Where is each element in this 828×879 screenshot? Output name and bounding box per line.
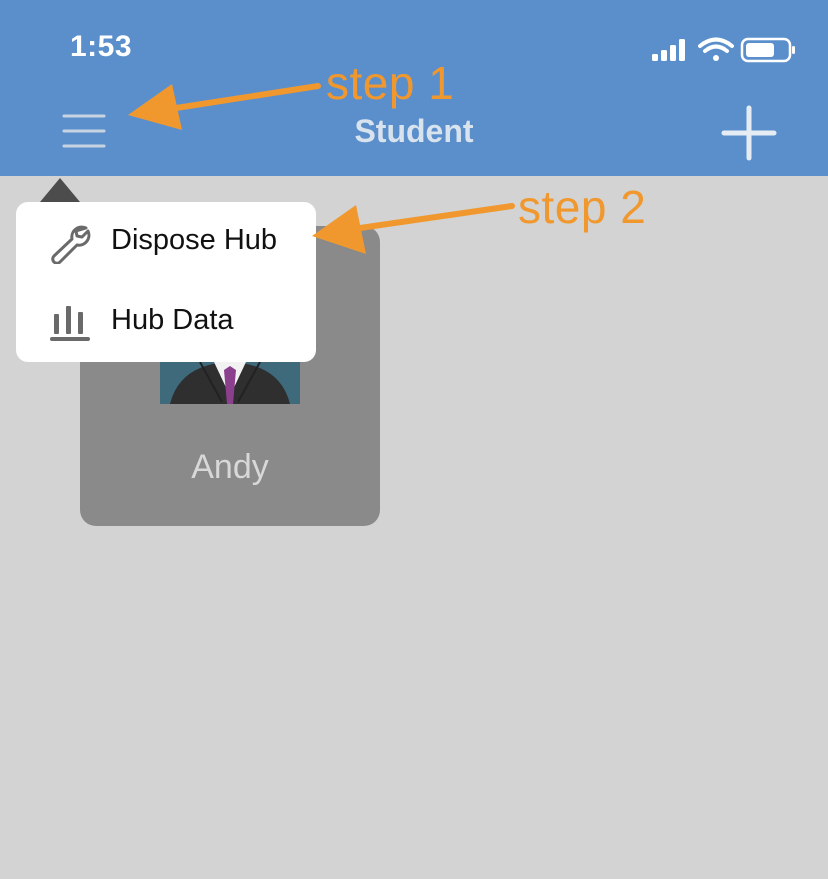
status-time: 1:53 <box>70 30 133 63</box>
signal-icon <box>652 39 685 61</box>
popover-item-hub-data[interactable]: Hub Data <box>16 282 316 362</box>
person-image-icon <box>160 362 300 404</box>
status-icons <box>652 37 795 63</box>
battery-icon <box>740 37 795 63</box>
plus-icon <box>721 105 777 161</box>
wrench-icon <box>51 225 91 264</box>
step-1-annotation: step 1 <box>326 57 455 109</box>
popover-caret <box>40 178 80 202</box>
bar-chart-icon <box>50 306 90 341</box>
wifi-icon <box>698 37 734 61</box>
popover-item-label: Dispose Hub <box>111 224 278 256</box>
step-2-annotation: step 2 <box>518 181 647 233</box>
add-student-button[interactable] <box>718 102 780 164</box>
student-name: Andy <box>191 448 269 486</box>
student-avatar <box>160 362 300 404</box>
popover-item-dispose-hub[interactable]: Dispose Hub <box>16 202 316 282</box>
page-title: Student <box>354 113 474 149</box>
popover-item-label: Hub Data <box>111 304 234 336</box>
hub-menu-popover: Dispose Hub Hub Data <box>16 202 316 362</box>
